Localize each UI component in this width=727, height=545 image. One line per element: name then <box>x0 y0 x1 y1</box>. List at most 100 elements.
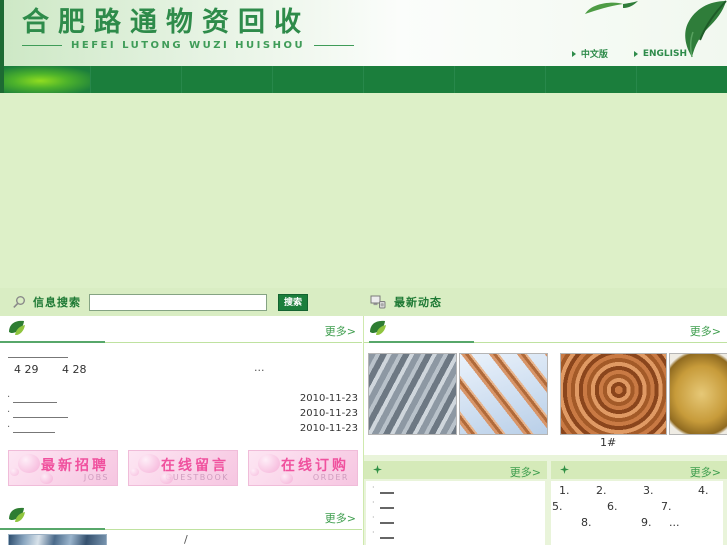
news-date: 2010-11-23 <box>299 393 358 404</box>
site-subtitle-row: HEFEI LUTONG WUZI HUISHOU <box>22 40 355 51</box>
section-divider-accent <box>0 341 105 343</box>
search-button[interactable]: 搜索 <box>278 293 308 311</box>
numbered-link[interactable]: 2. <box>596 484 607 497</box>
computer-icon <box>370 295 386 308</box>
panel-a-more-link[interactable]: 更多> <box>510 464 541 480</box>
jobs-button-title: 最新招聘 <box>41 458 109 474</box>
news-row: · 2010-11-23 <box>0 407 362 422</box>
about-more-link[interactable]: 更多> <box>325 323 356 339</box>
news-list: · 2010-11-23 · 2010-11-23 · 2010-11-23 <box>0 392 362 437</box>
rule-line <box>314 45 355 46</box>
panel-b-more-link[interactable]: 更多> <box>690 464 721 480</box>
news-link-placeholder[interactable] <box>13 412 68 418</box>
section-divider-accent <box>369 341 474 343</box>
intro-number: 4 28 <box>62 363 87 376</box>
search-bar: 信息搜索 搜索 最新动态 <box>0 288 727 316</box>
order-button-title: 在线订购 <box>281 458 349 474</box>
left-edge-strip <box>0 0 4 93</box>
news-row: · 2010-11-23 <box>0 422 362 437</box>
honor-section-header: 更多> <box>0 504 362 530</box>
search-input[interactable] <box>89 293 267 311</box>
numbered-link[interactable]: 9. <box>641 516 652 529</box>
link-placeholder[interactable] <box>380 519 394 524</box>
link-placeholder[interactable] <box>380 489 394 494</box>
nav-item-5[interactable] <box>364 66 455 93</box>
list-item: · <box>366 526 545 541</box>
jobs-button[interactable]: 最新招聘 JOBS <box>8 450 118 486</box>
search-icon <box>13 296 25 308</box>
list-row: 1. 2. 3. 4. <box>551 481 723 497</box>
honor-thumbnail[interactable] <box>8 534 107 545</box>
nav-item-4[interactable] <box>273 66 364 93</box>
nav-item-1[interactable] <box>0 66 91 93</box>
numbered-link[interactable]: ... <box>669 516 680 529</box>
list-row: 5. 6. 7. <box>551 497 723 513</box>
arrow-right-icon <box>571 50 576 57</box>
arrow-right-icon <box>633 50 638 57</box>
lang-chinese-link[interactable]: 中文版 <box>571 47 608 60</box>
numbered-link[interactable]: 4. <box>698 484 709 497</box>
honor-more-link[interactable]: 更多> <box>325 510 356 526</box>
nav-item-8[interactable] <box>637 66 727 93</box>
products-more-link[interactable]: 更多> <box>690 323 721 339</box>
panel-a-header: 更多> <box>364 461 547 479</box>
nav-item-3[interactable] <box>182 66 273 93</box>
slash-text: / <box>184 533 188 545</box>
products-section-header: 更多> <box>364 317 727 343</box>
intro-link-placeholder[interactable] <box>8 350 68 358</box>
leaf-decoration <box>685 0 727 58</box>
banner-area <box>0 93 727 288</box>
section-divider-accent <box>0 528 105 530</box>
product-image-copper-rods[interactable] <box>459 353 548 435</box>
numbered-link[interactable]: 3. <box>643 484 654 497</box>
list-bullet: · <box>372 528 375 537</box>
news-link-placeholder[interactable] <box>13 427 55 433</box>
jobs-button-subtitle: JOBS <box>83 473 109 482</box>
link-placeholder[interactable] <box>380 504 394 509</box>
nav-item-6[interactable] <box>455 66 546 93</box>
list-item: · <box>366 496 545 511</box>
nav-item-7[interactable] <box>546 66 637 93</box>
numbered-link[interactable]: 5. <box>552 500 563 513</box>
latest-news-title: 最新动态 <box>394 296 442 309</box>
main-nav <box>0 66 727 93</box>
guestbook-button-subtitle: GUESTBOOK <box>165 473 229 482</box>
latest-news-header: 最新动态 <box>370 288 442 316</box>
bubble-decoration <box>250 468 259 476</box>
guestbook-button-title: 在线留言 <box>161 458 229 474</box>
numbered-link[interactable]: 7. <box>661 500 672 513</box>
star-icon <box>373 465 382 474</box>
quick-buttons: 最新招聘 JOBS 在线留言 GUESTBOOK 在线订购 ORDER <box>8 450 358 486</box>
order-button-subtitle: ORDER <box>312 473 349 482</box>
news-date: 2010-11-23 <box>299 423 358 434</box>
link-placeholder[interactable] <box>380 534 394 539</box>
page: 合肥路通物资回收 HEFEI LUTONG WUZI HUISHOU 中文版 E… <box>0 0 727 545</box>
bubble-decoration <box>130 468 139 476</box>
numbered-link[interactable]: 6. <box>607 500 618 513</box>
news-date: 2010-11-23 <box>299 408 358 419</box>
guestbook-button[interactable]: 在线留言 GUESTBOOK <box>128 450 238 486</box>
header: 合肥路通物资回收 HEFEI LUTONG WUZI HUISHOU 中文版 E… <box>0 0 727 66</box>
leaf-sprig-decoration <box>585 1 638 14</box>
site-subtitle: HEFEI LUTONG WUZI HUISHOU <box>71 40 306 51</box>
rule-line <box>22 45 62 46</box>
leaf-icon <box>9 507 25 522</box>
lang-chinese-label: 中文版 <box>580 50 608 60</box>
news-link-placeholder[interactable] <box>13 397 57 403</box>
product-image-brass[interactable] <box>669 353 727 435</box>
list-bullet: · <box>7 392 11 403</box>
leaf-icon <box>370 320 386 335</box>
list-bullet: · <box>7 422 11 433</box>
numbered-link[interactable]: 8. <box>581 516 592 529</box>
list-row: 8. 9. ... <box>551 513 723 529</box>
list-bullet: · <box>7 407 11 418</box>
product-image-copper-wire[interactable] <box>560 353 667 435</box>
numbered-link[interactable]: 1. <box>559 484 570 497</box>
order-button[interactable]: 在线订购 ORDER <box>248 450 358 486</box>
panel-b-numbered-list: 1. 2. 3. 4. 5. 6. 7. 8. 9. ... <box>551 481 723 545</box>
logo-link[interactable]: 合肥路通物资回收 HEFEI LUTONG WUZI HUISHOU <box>22 7 355 51</box>
intro-numbers: 4 29 4 28 <box>14 363 107 376</box>
nav-item-2[interactable] <box>91 66 182 93</box>
panel-a-list: · · · · <box>366 481 545 545</box>
product-image-scrap-steel[interactable] <box>368 353 457 435</box>
